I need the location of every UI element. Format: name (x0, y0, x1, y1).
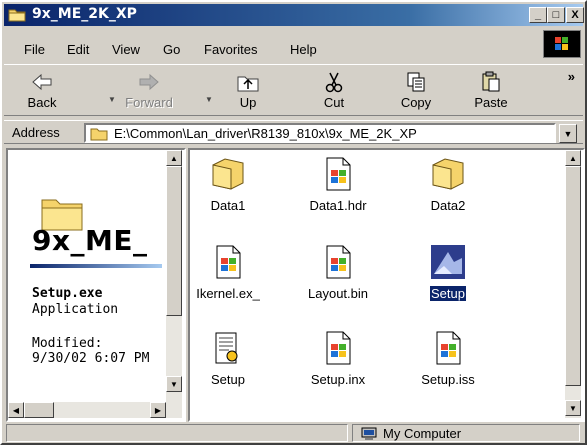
scroll-up-arrow-icon[interactable]: ▲ (565, 150, 581, 166)
scroll-left-arrow-icon[interactable]: ◀ (8, 402, 24, 418)
menu-file[interactable]: File (24, 42, 45, 57)
standard-toolbar: Back ▼ Forward ▼ Up Cut Copy Paste » (4, 64, 583, 116)
status-cell-zone: My Computer (352, 424, 580, 442)
left-pane-horizontal-scrollbar[interactable]: ◀ ▶ (8, 402, 182, 418)
up-button[interactable]: Up (218, 69, 278, 113)
close-button[interactable]: X (566, 7, 584, 23)
folder-icon (430, 156, 466, 192)
my-computer-icon (361, 427, 377, 440)
scroll-down-arrow-icon[interactable]: ▼ (565, 400, 581, 416)
address-dropdown-button[interactable]: ▼ (559, 124, 577, 143)
folder-icon (90, 128, 108, 141)
folder-info-pane: 9x_ME_ Setup.exe Application Modified: 9… (6, 148, 186, 422)
file-windows-icon (320, 330, 356, 366)
file-name: Setup (429, 285, 467, 302)
address-bar: Address E:\Common\Lan_driver\R8139_810x\… (4, 120, 583, 144)
menu-view[interactable]: View (112, 42, 140, 57)
modified-value: 9/30/02 6:07 PM (32, 351, 150, 366)
cut-button[interactable]: Cut (304, 69, 364, 113)
clipboard-icon (482, 71, 500, 92)
copy-button[interactable]: Copy (386, 69, 446, 113)
menu-edit[interactable]: Edit (67, 42, 89, 57)
file-windows-icon (320, 156, 356, 192)
title-underline (30, 264, 162, 268)
config-file-icon (210, 330, 246, 366)
file-list-pane: Data1 Data1.hdr Data2 Ikernel.ex_ Layout.bin… (188, 148, 585, 422)
scroll-thumb[interactable] (166, 166, 182, 316)
address-input[interactable]: E:\Common\Lan_driver\R8139_810x\9x_ME_2K… (84, 123, 556, 143)
folder-title: 9x_ME_ (32, 224, 148, 257)
status-location: My Computer (383, 426, 462, 441)
scroll-right-arrow-icon[interactable]: ▶ (150, 402, 166, 418)
maximize-button[interactable]: □ (547, 7, 565, 23)
file-item[interactable]: Setup (190, 330, 276, 400)
menu-go[interactable]: Go (163, 42, 180, 57)
title-bar[interactable]: 9x_ME_2K_XP _ □ X (4, 4, 584, 26)
file-item[interactable]: Ikernel.ex_ (190, 244, 276, 314)
file-item[interactable]: Setup.iss (400, 330, 496, 400)
windows-logo-icon (543, 30, 581, 58)
file-name: Setup.iss (421, 372, 475, 387)
selected-file-type: Application (32, 302, 119, 317)
paste-button[interactable]: Paste (461, 69, 521, 113)
window-title: 9x_ME_2K_XP (32, 6, 137, 22)
left-pane-vertical-scrollbar[interactable]: ▲ ▼ (166, 150, 182, 402)
scroll-down-arrow-icon[interactable]: ▼ (166, 376, 182, 392)
menu-favorites[interactable]: Favorites (204, 42, 257, 57)
file-item[interactable]: Layout.bin (290, 244, 386, 314)
menu-help[interactable]: Help (290, 42, 317, 57)
file-item[interactable]: Data2 (400, 156, 496, 226)
up-folder-icon (237, 76, 259, 92)
address-value: E:\Common\Lan_driver\R8139_810x\9x_ME_2K… (114, 126, 417, 141)
modified-info: Modified: 9/30/02 6:07 PM (32, 336, 162, 366)
file-item[interactable]: Data1.hdr (290, 156, 386, 226)
folder-icon (8, 9, 26, 22)
file-list-vertical-scrollbar[interactable]: ▲ ▼ (565, 150, 581, 418)
back-arrow-icon (32, 73, 52, 91)
back-dropdown-icon[interactable]: ▼ (108, 95, 116, 104)
file-item[interactable]: Data1 (190, 156, 276, 226)
file-name: Setup.inx (310, 372, 366, 387)
scissors-icon (325, 72, 343, 93)
forward-dropdown-icon[interactable]: ▼ (205, 95, 213, 104)
minimize-button[interactable]: _ (529, 7, 547, 23)
file-name: Layout.bin (308, 286, 368, 301)
forward-arrow-icon (139, 73, 159, 91)
file-name: Data1.hdr (309, 198, 367, 213)
scroll-up-arrow-icon[interactable]: ▲ (166, 150, 182, 166)
file-windows-icon (320, 244, 356, 280)
toolbar-more-chevron[interactable]: » (568, 69, 575, 84)
file-windows-icon (430, 330, 466, 366)
modified-label: Modified: (32, 336, 103, 351)
file-item[interactable]: Setup (400, 244, 496, 314)
forward-button[interactable]: Forward (119, 69, 179, 113)
setup-app-icon (430, 244, 466, 280)
folder-icon (210, 156, 246, 192)
address-label: Address (12, 125, 60, 140)
menu-bar: File Edit View Go Favorites Help (4, 38, 583, 60)
file-windows-icon (210, 244, 246, 280)
scroll-thumb[interactable] (565, 166, 581, 386)
explorer-window: 9x_ME_2K_XP _ □ X File Edit View Go Favo… (0, 0, 587, 445)
selected-file-name: Setup.exe (32, 286, 103, 301)
back-button[interactable]: Back (12, 69, 72, 113)
file-name: Ikernel.ex_ (196, 286, 260, 301)
status-cell-main (6, 424, 348, 442)
hscroll-thumb[interactable] (24, 402, 54, 418)
status-bar: My Computer (4, 423, 583, 443)
file-name: Setup (211, 372, 245, 387)
file-item[interactable]: Setup.inx (290, 330, 386, 400)
file-name: Data2 (430, 198, 466, 213)
copy-icon (407, 72, 425, 92)
file-name: Data1 (210, 198, 246, 213)
